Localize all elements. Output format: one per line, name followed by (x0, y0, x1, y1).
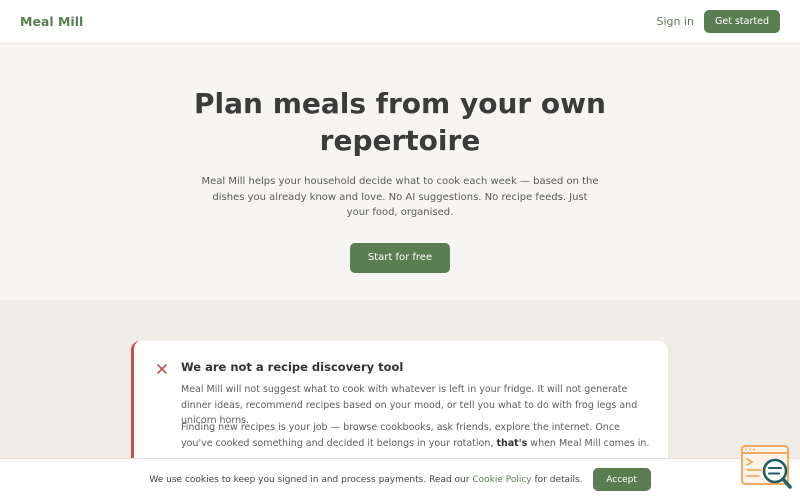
accept-cookies-button[interactable]: Accept (592, 468, 651, 491)
hero-description: Meal Mill helps your household decide wh… (201, 176, 599, 218)
sign-in-link[interactable]: Sign in (656, 15, 694, 28)
cookie-text-end: for details. (534, 474, 583, 485)
hero-title: Plan meals from your own repertoire (194, 87, 606, 157)
start-for-free-button[interactable]: Start for free (350, 242, 450, 273)
notice-paragraph-2-end: when Meal Mill comes in. (530, 437, 650, 449)
cookie-text-start: We use cookies to keep you signed in and… (149, 474, 470, 485)
cookie-banner: We use cookies to keep you signed in and… (0, 458, 800, 500)
notice-paragraph-2-bold: that's (496, 437, 528, 449)
header-nav: Sign in Get started (656, 10, 780, 33)
logo[interactable]: Meal Mill (20, 14, 83, 29)
notice-title: We are not a recipe discovery tool (181, 360, 404, 374)
cookie-text: We use cookies to keep you signed in and… (149, 475, 582, 485)
get-started-button[interactable]: Get started (704, 10, 780, 33)
notice-paragraph-2: Finding new recipes is your job — browse… (181, 420, 651, 451)
x-icon (157, 364, 167, 374)
hero-section: Plan meals from your own repertoire Meal… (0, 44, 800, 300)
search-document-icon[interactable] (741, 445, 793, 491)
site-header: Meal Mill Sign in Get started (0, 0, 800, 44)
cookie-policy-link[interactable]: Cookie Policy (472, 475, 531, 485)
